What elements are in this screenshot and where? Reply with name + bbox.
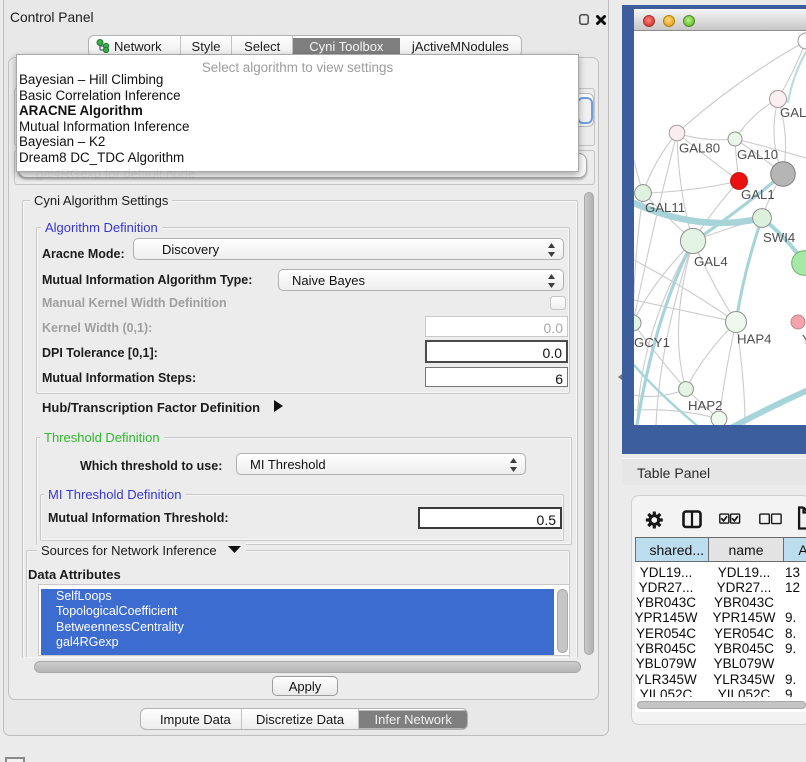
svg-text:SWI4: SWI4 [763, 230, 795, 245]
svg-text:Y: Y [802, 332, 806, 347]
svg-text:HAP4: HAP4 [737, 332, 771, 347]
svg-text:GAL4: GAL4 [694, 254, 728, 269]
svg-text:GAL10: GAL10 [737, 147, 778, 162]
svg-text:GAL: GAL [780, 105, 806, 120]
svg-text:GAL1: GAL1 [741, 187, 775, 202]
svg-text:HAP2: HAP2 [688, 398, 722, 413]
svg-text:GAL11: GAL11 [645, 200, 685, 215]
svg-text:GAL80: GAL80 [679, 141, 720, 156]
svg-text:GCY1: GCY1 [634, 335, 670, 350]
